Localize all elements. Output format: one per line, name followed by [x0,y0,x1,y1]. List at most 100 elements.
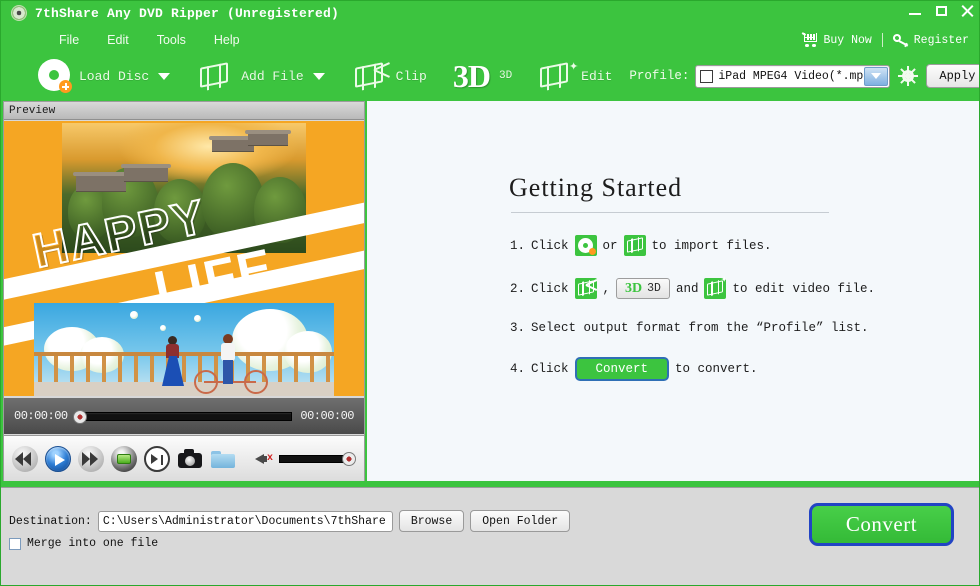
profile-chevron-down-icon[interactable] [864,67,888,86]
main-toolbar: Load Disc Add File Clip 3D 3D ✦ Edit [1,53,980,99]
convert-button[interactable]: Convert [575,357,670,381]
three-d-label: 3D [647,282,661,295]
getting-started-step-1: 1. Click or to import files. [509,235,979,256]
merge-row: Merge into one file [9,537,158,550]
profile-format-icon [700,70,713,83]
menu-item-tools[interactable]: Tools [143,31,200,49]
step-2-number: 2. [509,282,525,296]
preview-seek-bar: 00:00:00 00:00:00 [4,398,364,434]
profile-label: Profile: [629,69,689,83]
step-2-comma: , [603,282,611,296]
volume-slider-thumb[interactable] [342,452,356,466]
gear-icon[interactable] [899,67,917,85]
close-button[interactable] [959,3,975,19]
edit-icon: ✦ [538,62,574,90]
preview-panel: Preview HAPPY LIFE [3,101,365,481]
profile-selected-value: iPad MPEG4 Video(*.mp4) [718,70,864,83]
play-button[interactable] [45,446,71,472]
step-3-text: Select output format from the “Profile” … [531,321,869,335]
menu-item-help[interactable]: Help [200,31,254,49]
register-label: Register [914,34,969,47]
getting-started-step-3: 3. Select output format from the “Profil… [509,321,979,335]
open-snapshot-folder-button[interactable] [210,446,236,472]
step-1-mid-text: or [603,239,618,253]
register-link[interactable]: Register [893,33,969,47]
three-d-label: 3D [499,70,512,82]
add-file-icon [198,62,234,90]
destination-input[interactable]: C:\Users\Administrator\Documents\7thShar… [98,511,393,532]
convert-button[interactable]: Convert [809,503,954,546]
preview-video-area[interactable]: HAPPY LIFE [4,121,364,396]
clip-icon[interactable] [575,278,597,299]
step-1-pre-text: Click [531,239,569,253]
menu-item-file[interactable]: File [45,31,93,49]
window-title: 7thShare Any DVD Ripper (Unregistered) [35,6,339,21]
shopping-cart-icon [802,33,818,47]
edit-button[interactable]: ✦ Edit [531,56,619,96]
menu-item-edit[interactable]: Edit [93,31,143,49]
add-file-label: Add File [241,69,303,84]
mute-mark: x [267,454,273,464]
window-controls [907,3,975,19]
maximize-button[interactable] [933,3,949,19]
getting-started-step-2: 2. Click , 3D 3D and ✦ to edit video fil… [509,278,979,299]
getting-started-panel: Getting Started 1. Click or to import fi… [367,101,979,481]
title-divider [511,212,829,213]
volume-slider[interactable] [279,455,351,463]
load-disc-button[interactable]: Load Disc [31,56,177,96]
three-d-button[interactable]: 3D 3D [616,278,670,299]
current-time-label: 00:00:00 [14,409,68,423]
buy-now-label: Buy Now [823,34,871,47]
rewind-button[interactable] [12,446,38,472]
total-time-label: 00:00:00 [300,409,354,423]
preview-header-label: Preview [4,102,364,120]
step-4-number: 4. [509,362,525,376]
profile-select[interactable]: iPad MPEG4 Video(*.mp4) [695,65,890,88]
step-2-pre-text: Click [531,282,569,296]
seek-slider[interactable] [76,412,293,421]
three-d-button[interactable]: 3D 3D [446,56,519,96]
load-disc-icon[interactable] [575,235,597,256]
step-1-post-text: to import files. [652,239,772,253]
add-file-chevron-down-icon[interactable] [313,73,325,80]
edit-icon[interactable]: ✦ [704,278,726,299]
three-d-icon: 3D [453,60,490,92]
seek-slider-thumb[interactable] [73,410,87,424]
step-2-post-text: to edit video file. [732,282,875,296]
add-file-button[interactable]: Add File [191,56,331,96]
disc-logo-icon [11,5,27,21]
step-2-mid-text: and [676,282,699,296]
poster-bottom-photo [34,303,334,396]
merge-into-one-file-label: Merge into one file [27,537,158,550]
profile-group: Profile: iPad MPEG4 Video(*.mp4) Apply t… [629,64,980,88]
apply-to-all-button[interactable]: Apply to All [926,64,980,88]
preview-controls-bar: x [4,435,364,481]
minimize-button[interactable] [907,3,923,19]
destination-row: Destination: C:\Users\Administrator\Docu… [9,510,570,532]
snapshot-button[interactable] [177,446,203,472]
poster-person-girl [162,336,184,388]
load-disc-chevron-down-icon[interactable] [158,73,170,80]
key-icon [893,33,909,47]
bottom-bar: Destination: C:\Users\Administrator\Docu… [1,487,980,586]
load-disc-label: Load Disc [79,69,149,84]
step-1-number: 1. [509,239,525,253]
step-forward-button[interactable] [144,446,170,472]
page-title: Getting Started [509,173,979,203]
clip-button[interactable]: Clip [346,56,434,96]
browse-button[interactable]: Browse [399,510,464,532]
three-d-glyph: 3D [625,282,642,296]
merge-into-one-file-checkbox[interactable] [9,538,21,550]
buy-now-link[interactable]: Buy Now [802,33,871,47]
poster-person-boy [218,334,238,388]
step-3-number: 3. [509,321,525,335]
add-file-icon[interactable] [624,235,646,256]
open-folder-button[interactable]: Open Folder [470,510,570,532]
fast-forward-button[interactable] [78,446,104,472]
title-bar: 7thShare Any DVD Ripper (Unregistered) [1,1,980,25]
application-window: 7thShare Any DVD Ripper (Unregistered) F… [0,0,980,586]
stop-button[interactable] [111,446,137,472]
step-4-post-text: to convert. [675,362,758,376]
speaker-mute-icon[interactable]: x [255,451,273,467]
load-disc-icon [38,59,72,93]
